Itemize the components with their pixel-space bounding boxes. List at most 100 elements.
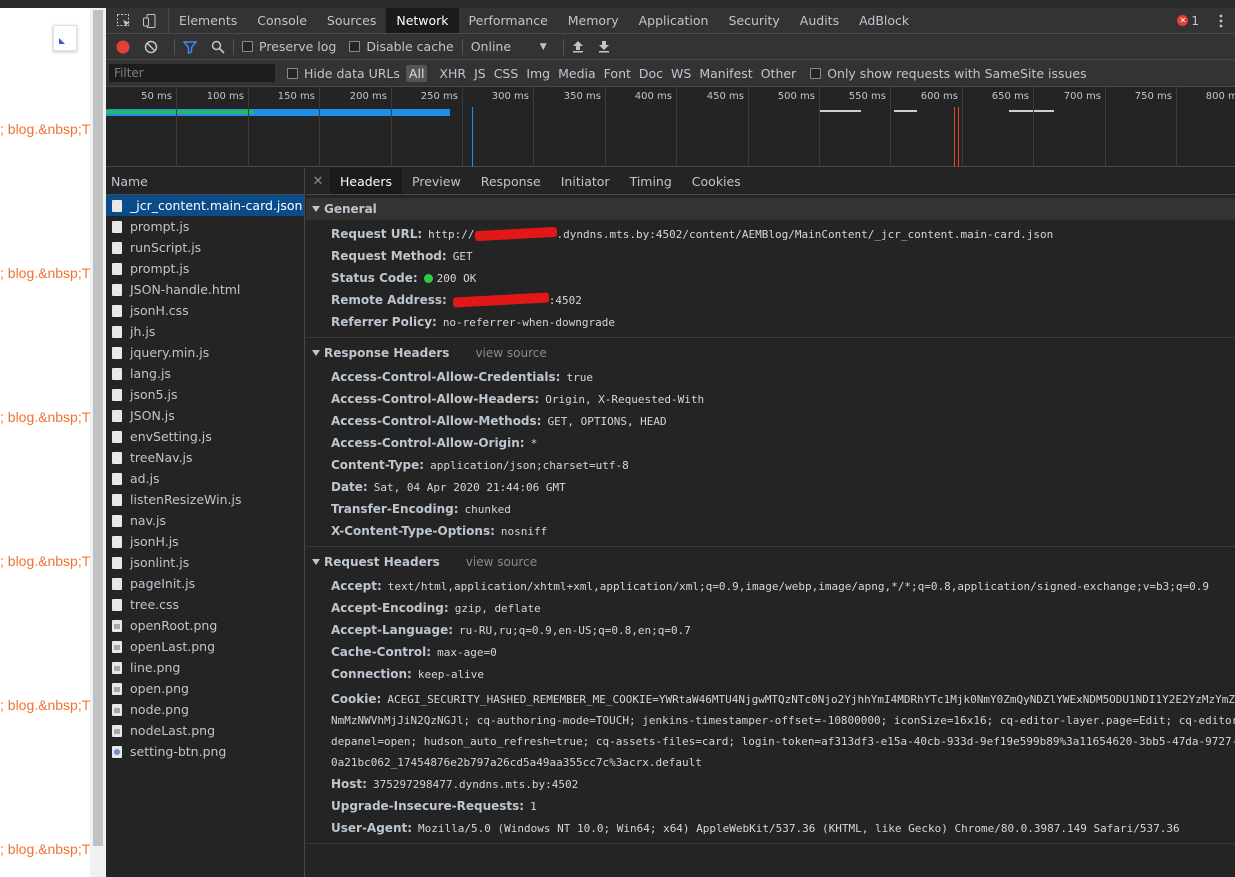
image-file-icon: [112, 724, 122, 737]
checkbox-box[interactable]: [349, 41, 361, 52]
filter-icon[interactable]: [183, 40, 197, 54]
tab-response[interactable]: Response: [471, 168, 551, 194]
network-overview-timeline[interactable]: 50 ms 100 ms 150 ms 200 ms 250 ms 300 ms 350 m…: [106, 87, 1235, 167]
tab-preview[interactable]: Preview: [402, 168, 471, 194]
tab-adblock[interactable]: AdBlock: [849, 8, 919, 33]
general-section-header[interactable]: General: [306, 198, 1235, 220]
error-count-badge[interactable]: ✕ 1: [1177, 14, 1199, 28]
tab-cookies[interactable]: Cookies: [682, 168, 751, 194]
filter-type-js[interactable]: JS: [470, 66, 490, 81]
tab-application[interactable]: Application: [629, 8, 719, 33]
header-key: Accept-Language:: [331, 623, 454, 637]
filter-type-doc[interactable]: Doc: [635, 66, 667, 81]
disable-cache-checkbox[interactable]: Disable cache: [349, 39, 454, 54]
tab-memory[interactable]: Memory: [558, 8, 629, 33]
samesite-checkbox[interactable]: Only show requests with SameSite issues: [810, 66, 1087, 81]
tab-audits[interactable]: Audits: [790, 8, 849, 33]
request-row[interactable]: jsonlint.js: [106, 552, 304, 573]
page-scrollbar[interactable]: [90, 8, 106, 877]
request-row[interactable]: pageInit.js: [106, 573, 304, 594]
request-row[interactable]: open.png: [106, 678, 304, 699]
request-row[interactable]: nodeLast.png: [106, 720, 304, 741]
response-headers-header[interactable]: Response Headers view source: [306, 342, 1235, 364]
timeline-tick-label: 200 ms: [349, 91, 387, 102]
throttling-select[interactable]: Online ▼: [471, 39, 547, 54]
filter-type-all[interactable]: All: [405, 64, 428, 82]
clear-icon[interactable]: [144, 40, 158, 54]
tab-performance[interactable]: Performance: [459, 8, 558, 33]
request-row[interactable]: ad.js: [106, 468, 304, 489]
request-row[interactable]: line.png: [106, 657, 304, 678]
header-value: chunked: [464, 502, 511, 516]
preserve-log-checkbox[interactable]: Preserve log: [242, 39, 336, 54]
export-har-icon[interactable]: [598, 40, 610, 53]
request-row[interactable]: envSetting.js: [106, 426, 304, 447]
file-icon: [112, 577, 122, 590]
request-row[interactable]: node.png: [106, 699, 304, 720]
inspect-element-icon[interactable]: [116, 13, 132, 29]
request-name: openLast.png: [130, 639, 215, 654]
request-row[interactable]: tree.css: [106, 594, 304, 615]
request-row[interactable]: jsonH.css: [106, 300, 304, 321]
response-view-source-link[interactable]: view source: [475, 346, 546, 360]
request-row[interactable]: jquery.min.js: [106, 342, 304, 363]
filter-type-css[interactable]: CSS: [490, 66, 523, 81]
search-icon[interactable]: [211, 40, 225, 54]
more-options-icon[interactable]: [1219, 14, 1223, 28]
filter-type-ws[interactable]: WS: [667, 66, 695, 81]
filter-input[interactable]: Filter: [109, 64, 275, 82]
filter-type-font[interactable]: Font: [600, 66, 635, 81]
filter-type-manifest[interactable]: Manifest: [695, 66, 756, 81]
filter-type-img[interactable]: Img: [522, 66, 554, 81]
timeline-gridline: [176, 87, 177, 167]
request-row[interactable]: json5.js: [106, 384, 304, 405]
request-row[interactable]: JSON.js: [106, 405, 304, 426]
device-toolbar-icon[interactable]: [142, 13, 158, 29]
tab-security[interactable]: Security: [718, 8, 789, 33]
tab-headers[interactable]: Headers: [330, 168, 403, 194]
request-row[interactable]: lang.js: [106, 363, 304, 384]
filter-type-other[interactable]: Other: [757, 66, 801, 81]
page-widget-icon[interactable]: [53, 25, 77, 51]
request-headers-header[interactable]: Request Headers view source: [306, 551, 1235, 573]
tab-timing[interactable]: Timing: [620, 168, 682, 194]
import-har-icon[interactable]: [572, 40, 584, 53]
request-view-source-link[interactable]: view source: [466, 555, 537, 569]
close-details-icon[interactable]: ✕: [306, 168, 330, 194]
timeline-gridline: [533, 87, 534, 167]
request-row[interactable]: _jcr_content.main-card.json: [106, 195, 304, 216]
image-file-icon: [112, 745, 122, 758]
timeline-gridline: [1176, 87, 1177, 167]
request-row[interactable]: prompt.js: [106, 258, 304, 279]
tab-sources[interactable]: Sources: [317, 8, 386, 33]
page-scrollbar-thumb[interactable]: [93, 10, 103, 846]
hide-data-urls-checkbox[interactable]: Hide data URLs: [287, 66, 400, 81]
tab-elements[interactable]: Elements: [169, 8, 247, 33]
header-key: Access-Control-Allow-Origin:: [331, 436, 525, 450]
dropdown-arrow-icon: ▼: [539, 41, 547, 52]
request-row[interactable]: openRoot.png: [106, 615, 304, 636]
checkbox-box[interactable]: [242, 41, 253, 52]
request-row[interactable]: openLast.png: [106, 636, 304, 657]
request-row[interactable]: prompt.js: [106, 216, 304, 237]
tab-network[interactable]: Network: [386, 8, 459, 33]
request-row[interactable]: runScript.js: [106, 237, 304, 258]
checkbox-box[interactable]: [287, 67, 298, 79]
request-row[interactable]: jsonH.js: [106, 531, 304, 552]
tab-initiator[interactable]: Initiator: [551, 168, 620, 194]
checkbox-box[interactable]: [810, 67, 822, 79]
record-icon[interactable]: [116, 40, 130, 54]
header-key: User-Agent:: [331, 821, 413, 835]
name-column-header[interactable]: Name: [106, 168, 304, 195]
tab-console[interactable]: Console: [247, 8, 317, 33]
response-headers-section: Response Headers view source Access-Cont…: [306, 342, 1235, 547]
request-row[interactable]: jh.js: [106, 321, 304, 342]
request-row[interactable]: JSON-handle.html: [106, 279, 304, 300]
request-row[interactable]: treeNav.js: [106, 447, 304, 468]
filter-type-media[interactable]: Media: [554, 66, 600, 81]
filter-type-xhr[interactable]: XHR: [435, 66, 470, 81]
request-row[interactable]: nav.js: [106, 510, 304, 531]
request-row[interactable]: setting-btn.png: [106, 741, 304, 762]
request-row[interactable]: listenResizeWin.js: [106, 489, 304, 510]
request-header-row: Upgrade-Insecure-Requests: 1: [306, 795, 1235, 817]
